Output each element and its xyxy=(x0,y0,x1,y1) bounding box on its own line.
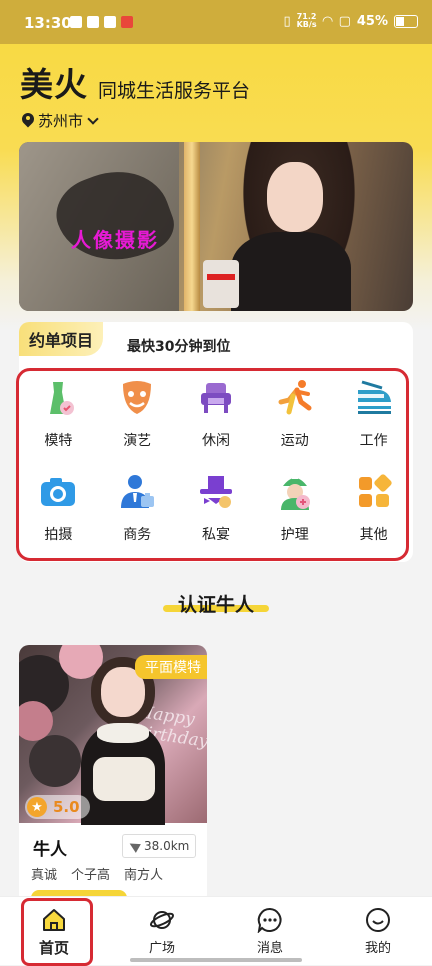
smiley-face-icon xyxy=(365,907,391,933)
banner-pole xyxy=(184,142,200,311)
category-item-work[interactable]: 工作 xyxy=(334,374,413,458)
banner-caption: 人像摄影 xyxy=(71,228,159,252)
star-icon: ★ xyxy=(27,797,47,817)
category-item-leisure[interactable]: 休闲 xyxy=(177,374,256,458)
category-item-photography[interactable]: 拍摄 xyxy=(19,468,98,552)
nurse-icon xyxy=(275,472,315,512)
distance-value: 38.0km xyxy=(144,839,190,853)
tab-square[interactable]: 广场 xyxy=(108,897,216,965)
other-grid-icon xyxy=(354,472,394,512)
navigation-arrow-icon xyxy=(127,839,141,853)
trait-tag: 南方人 xyxy=(124,868,164,883)
promo-banner[interactable]: 人像摄影 xyxy=(19,142,413,311)
theater-mask-icon xyxy=(117,378,157,418)
tab-messages[interactable]: 消息 xyxy=(216,897,324,965)
status-bar: 13:30 ▯ 71.2 KB/s ◠ ▢ 45% xyxy=(0,0,432,44)
banner-model-body xyxy=(231,232,351,311)
talent-collar xyxy=(97,723,149,743)
location-pin-icon xyxy=(22,113,34,129)
tab-label: 我的 xyxy=(364,941,391,956)
category-item-nursing[interactable]: 护理 xyxy=(255,468,334,552)
category-label: 休闲 xyxy=(201,433,230,449)
category-label: 护理 xyxy=(280,527,309,543)
trait-tag: 个子高 xyxy=(71,868,111,883)
notification-app-icon xyxy=(70,16,82,28)
talent-distance: 38.0km xyxy=(122,834,197,858)
category-label: 工作 xyxy=(359,433,388,449)
order-section-subtitle: 最快30分钟到位 xyxy=(127,339,231,355)
category-label: 私宴 xyxy=(201,527,230,543)
category-label: 拍摄 xyxy=(44,527,73,543)
order-section-title: 约单项目 xyxy=(19,322,103,356)
trait-tag: 真诚 xyxy=(31,868,58,883)
tab-profile[interactable]: 我的 xyxy=(324,897,432,965)
notification-app-icon xyxy=(87,16,99,28)
category-grid: 模特 演艺 休闲 运动 工作 拍摄 商务 私宴 护理 其他 xyxy=(19,374,413,552)
net-speed-unit: KB/s xyxy=(296,20,317,29)
talent-name: 牛人 xyxy=(33,840,67,860)
sim-icon: ▢ xyxy=(338,13,351,29)
balloon xyxy=(29,735,81,787)
talent-card[interactable]: Happy birthday 平面模特 ★ 5.0 牛人 38.0km 真诚 个… xyxy=(19,645,207,905)
business-person-icon xyxy=(117,472,157,512)
talent-traits: 真诚 个子高 南方人 xyxy=(31,864,163,883)
notification-app-icon xyxy=(121,16,133,28)
notification-app-icon xyxy=(104,16,116,28)
armchair-icon xyxy=(196,378,236,418)
tab-label: 广场 xyxy=(148,941,175,956)
category-item-model[interactable]: 模特 xyxy=(19,374,98,458)
banquet-hat-icon xyxy=(196,472,236,512)
planet-icon xyxy=(149,907,175,933)
status-right: ▯ 71.2 KB/s ◠ ▢ 45% xyxy=(283,13,418,29)
category-label: 商务 xyxy=(123,527,152,543)
certified-section-header: 认证牛人 xyxy=(0,590,432,617)
talent-rating: ★ 5.0 xyxy=(25,795,90,819)
city-name: 苏州市 xyxy=(38,112,84,130)
battery-icon xyxy=(394,14,418,28)
net-speed: 71.2 KB/s xyxy=(297,13,317,29)
tab-label: 消息 xyxy=(256,941,283,956)
brand-slogan: 同城生活服务平台 xyxy=(98,80,251,102)
train-icon xyxy=(354,378,394,418)
category-item-other[interactable]: 其他 xyxy=(334,468,413,552)
category-label: 模特 xyxy=(44,433,73,449)
talent-type-badge: 平面模特 xyxy=(135,655,207,679)
home-indicator xyxy=(130,958,302,962)
chat-bubble-icon xyxy=(257,907,283,934)
notification-icons xyxy=(70,16,133,28)
brand-header: 美火 同城生活服务平台 xyxy=(20,58,250,106)
order-projects-card: 约单项目 最快30分钟到位 模特 演艺 休闲 运动 工作 拍摄 商务 私宴 护理… xyxy=(16,322,413,562)
chevron-down-icon xyxy=(87,112,99,125)
battery-percent: 45% xyxy=(356,13,388,29)
talent-cake xyxy=(93,757,155,801)
certified-section-title: 认证牛人 xyxy=(177,594,254,616)
category-item-sports[interactable]: 运动 xyxy=(255,374,334,458)
status-time: 13:30 xyxy=(24,14,72,32)
home-tab-highlight-outline xyxy=(21,898,93,966)
category-label: 演艺 xyxy=(123,433,152,449)
category-label: 运动 xyxy=(280,433,309,449)
vibrate-icon: ▯ xyxy=(283,13,291,29)
category-item-business[interactable]: 商务 xyxy=(98,468,177,552)
model-dress-icon xyxy=(38,378,78,418)
banner-cup xyxy=(203,260,239,308)
city-selector[interactable]: 苏州市 xyxy=(22,110,99,131)
rating-value: 5.0 xyxy=(53,798,80,816)
wifi-icon: ◠ xyxy=(322,13,333,29)
category-item-banquet[interactable]: 私宴 xyxy=(177,468,256,552)
camera-icon xyxy=(38,472,78,512)
banner-model-face xyxy=(267,162,323,232)
category-label: 其他 xyxy=(359,527,388,543)
runner-icon xyxy=(275,378,315,418)
category-item-performance[interactable]: 演艺 xyxy=(98,374,177,458)
brand-name: 美火 xyxy=(20,65,88,104)
